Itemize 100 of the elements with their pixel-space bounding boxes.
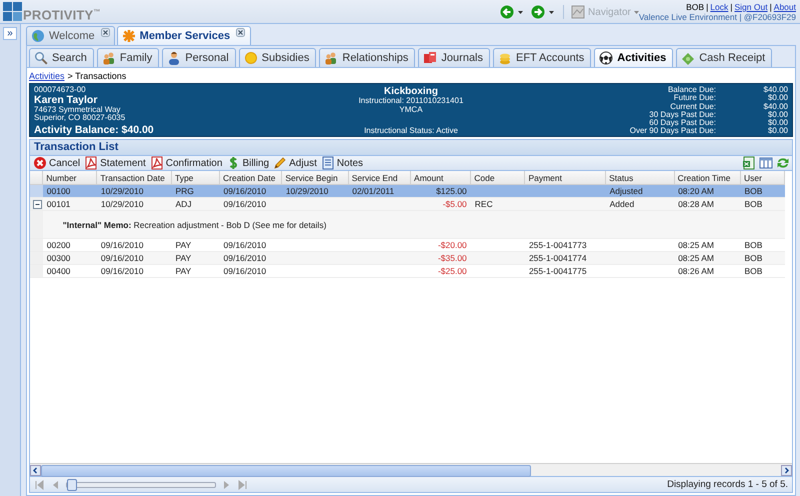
- table-cell: 09/16/2010: [224, 266, 266, 276]
- table-cell: BOB: [744, 266, 762, 276]
- toolbar-button[interactable]: Adjust: [272, 156, 318, 170]
- table-row[interactable]: 00300 09/16/2010 PAY 09/16/2010 -$35.00 255-1-0041774 08:25 AM BOB: [30, 252, 784, 264]
- toolbar-button[interactable]: Notes: [320, 156, 364, 170]
- table-cell: 09/16/2010: [100, 253, 144, 263]
- spreadsheet-button[interactable]: [742, 156, 756, 170]
- column-header[interactable]: Code: [470, 171, 525, 184]
- scroll-thumb[interactable]: [41, 464, 532, 476]
- last-page-icon[interactable]: [237, 478, 248, 490]
- table-cell: Added: [610, 199, 634, 209]
- table-cell: Adjusted: [610, 186, 643, 196]
- separator: |: [770, 2, 772, 12]
- column-header[interactable]: User: [740, 171, 784, 184]
- table-row[interactable]: 00100 10/29/2010 PRG 09/16/2010 10/29/2010 02/01/2011 $125.00 Adjusted 08:20 AM BOB: [30, 184, 784, 198]
- column-header[interactable]: Number: [42, 171, 97, 184]
- due-label: 60 Days Past Due:: [648, 119, 716, 128]
- due-value: $0.00: [766, 110, 788, 119]
- table-cell: 09/16/2010: [100, 240, 144, 250]
- table-cell: 255-1-0041773: [528, 240, 587, 250]
- table-cell: $125.00: [436, 186, 467, 196]
- separator: |: [730, 2, 732, 12]
- column-header[interactable]: Service End: [348, 171, 411, 184]
- toolbar-button[interactable]: Cancel: [32, 156, 82, 170]
- toolbar-button[interactable]: Billing: [225, 156, 270, 170]
- breadcrumb-link[interactable]: Activities: [29, 71, 65, 81]
- star-icon: [122, 29, 136, 43]
- expand-button[interactable]: »: [3, 27, 17, 40]
- column-header[interactable]: Transaction Date: [96, 171, 172, 184]
- table-cell: BOB: [744, 199, 762, 209]
- tab[interactable]: Personal: [162, 48, 236, 67]
- header-link[interactable]: Lock: [710, 2, 728, 12]
- caret-icon: [518, 10, 524, 14]
- caret-icon: [634, 10, 639, 14]
- table-row[interactable]: 00400 09/16/2010 PAY 09/16/2010 -$25.00 255-1-0041775 08:26 AM BOB: [30, 264, 784, 278]
- tab[interactable]: EFT Accounts: [493, 48, 592, 67]
- due-label: Over 90 Days Past Due:: [628, 127, 716, 136]
- back-icon: [500, 5, 514, 19]
- tab[interactable]: Member Services: [116, 26, 252, 45]
- tab[interactable]: Family: [96, 48, 160, 67]
- tab[interactable]: Relationships: [319, 48, 416, 67]
- breadcrumb-current: > Transactions: [68, 71, 126, 81]
- person-icon: [167, 51, 182, 65]
- table-cell: 09/16/2010: [224, 240, 266, 250]
- activity-name: Kickboxing: [384, 86, 438, 97]
- refresh-icon: [776, 156, 790, 170]
- map-icon: [571, 5, 586, 19]
- tab[interactable]: Search: [29, 48, 94, 67]
- member-name: Karen Taylor: [34, 94, 98, 106]
- pencil-icon: [273, 156, 288, 170]
- header-link[interactable]: About: [774, 2, 796, 12]
- table-cell: 10/29/2010: [100, 199, 144, 209]
- account-number: 000074673-00: [34, 86, 87, 94]
- table-cell: 02/01/2011: [352, 186, 394, 196]
- close-icon[interactable]: [236, 28, 246, 37]
- refresh-button[interactable]: [776, 156, 790, 170]
- caret-icon: [549, 10, 554, 14]
- tab[interactable]: Activities: [594, 48, 674, 67]
- column-header[interactable]: Creation Time: [674, 171, 740, 184]
- tab[interactable]: Journals: [418, 48, 490, 67]
- table-cell: 09/16/2010: [224, 199, 266, 209]
- scroll-right-icon[interactable]: [781, 464, 792, 476]
- back-button[interactable]: [498, 5, 526, 19]
- due-value: $0.00: [766, 119, 788, 128]
- column-header[interactable]: Service Begin: [282, 171, 348, 184]
- forward-button[interactable]: [529, 5, 556, 19]
- search-icon: [34, 51, 48, 65]
- column-header[interactable]: Status: [606, 171, 674, 184]
- globe-icon: [31, 29, 45, 43]
- table-cell: PAY: [175, 253, 192, 263]
- instructional-id: Instructional: 2011010231401: [358, 97, 464, 106]
- table-row[interactable]: 00101 10/29/2010 ADJ 09/16/2010 -$5.00 REC Added 08:28 AM BOB: [30, 198, 784, 210]
- column-header[interactable]: Creation Date: [220, 171, 282, 184]
- table-cell: 255-1-0041774: [528, 253, 587, 263]
- toolbar-button[interactable]: Confirmation: [148, 156, 224, 170]
- table-cell: 09/16/2010: [100, 266, 144, 276]
- tab[interactable]: Subsidies: [238, 48, 316, 67]
- horizontal-scrollbar[interactable]: [30, 463, 792, 476]
- paging-summary: Displaying records 1 - 5 of 5.: [667, 479, 788, 490]
- due-value: $0.00: [766, 127, 788, 136]
- tab[interactable]: Welcome: [26, 26, 115, 45]
- header-link[interactable]: Sign Out: [734, 2, 768, 12]
- close-icon[interactable]: [100, 28, 110, 37]
- toolbar-button[interactable]: Statement: [83, 156, 147, 170]
- table-cell: 00101: [46, 199, 70, 209]
- table-cell: 10/29/2010: [100, 186, 144, 196]
- table-cell: ADJ: [175, 199, 192, 209]
- column-header[interactable]: Type: [171, 171, 220, 184]
- banknote-icon: [681, 51, 696, 65]
- tab[interactable]: Cash Receipt: [676, 48, 772, 67]
- pdf-icon: [84, 156, 98, 170]
- collapse-icon[interactable]: [33, 200, 42, 208]
- column-header[interactable]: Payment: [524, 171, 606, 184]
- table-cell: BOB: [744, 186, 762, 196]
- column-header[interactable]: Amount: [410, 171, 471, 184]
- scroll-left-icon[interactable]: [30, 464, 41, 476]
- table-cell: 09/16/2010: [224, 253, 266, 263]
- due-label: Future Due:: [672, 94, 716, 103]
- slider-thumb[interactable]: [67, 478, 77, 490]
- columns-button[interactable]: [759, 156, 773, 170]
